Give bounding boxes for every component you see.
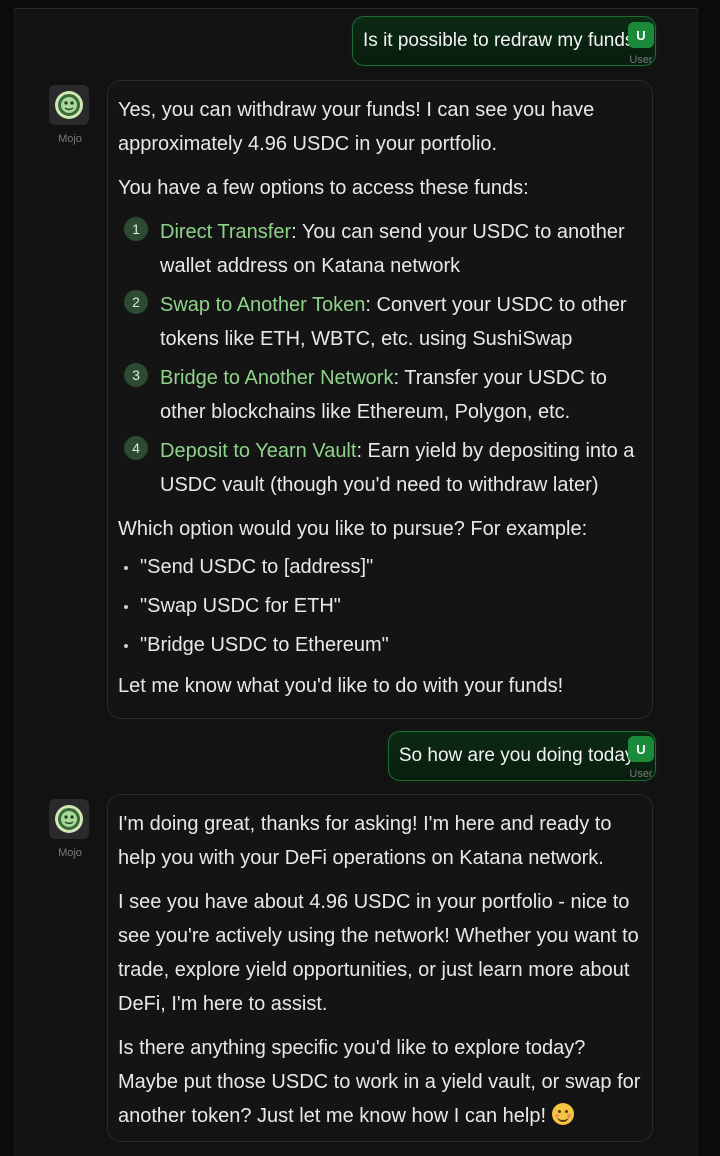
bot-options-lead: You have a few options to access these f…: [118, 177, 529, 199]
user-message-bubble[interactable]: Is it possible to redraw my funds?: [352, 16, 656, 66]
user-message-row: Is it possible to redraw my funds?: [352, 16, 656, 66]
mojo-face-icon: [55, 805, 83, 833]
bot-intro-text: Yes, you can withdraw your funds! I can …: [118, 99, 595, 155]
list-item: 3 Bridge to Another Network: Transfer yo…: [118, 361, 642, 429]
step-number-badge: 3: [124, 363, 148, 387]
list-item: "Swap USDC for ETH": [118, 587, 642, 626]
mojo-face-icon: [55, 91, 83, 119]
user-message-text: Is it possible to redraw my funds?: [363, 30, 645, 51]
bot-message-bubble[interactable]: I'm doing great, thanks for asking! I'm …: [107, 794, 653, 1142]
user-avatar: U: [628, 22, 654, 48]
mojo-avatar: [49, 85, 89, 125]
step-number-badge: 4: [124, 436, 148, 460]
list-item: "Bridge USDC to Ethereum": [118, 626, 642, 665]
options-list: 1 Direct Transfer: You can send your USD…: [118, 215, 642, 502]
bot-avatar-group: Mojo: [49, 85, 91, 145]
examples-list: "Send USDC to [address]" "Swap USDC for …: [118, 548, 642, 665]
user-name-label: User: [629, 768, 653, 780]
bot-avatar-group: Mojo: [49, 799, 91, 859]
bot-reply-paragraph: I'm doing great, thanks for asking! I'm …: [118, 813, 612, 869]
bot-name-label: Mojo: [58, 133, 82, 145]
bot-closing-text: Let me know what you'd like to do with y…: [118, 675, 564, 697]
bot-reply-paragraph: Is there anything specific you'd like to…: [118, 1031, 642, 1133]
list-item: 2 Swap to Another Token: Convert your US…: [118, 288, 642, 356]
list-item: "Send USDC to [address]": [118, 548, 642, 587]
step-title: Swap to Another Token: [160, 294, 366, 316]
mojo-avatar: [49, 799, 89, 839]
bot-question-text: Which option would you like to pursue? F…: [118, 518, 588, 540]
user-message-text: So how are you doing today?: [398, 745, 645, 766]
list-item: 4 Deposit to Yearn Vault: Earn yield by …: [118, 434, 642, 502]
bot-reply-paragraph: I see you have about 4.96 USDC in your p…: [118, 891, 639, 1015]
list-item: 1 Direct Transfer: You can send your USD…: [118, 215, 642, 283]
user-avatar-group: U User: [628, 736, 654, 780]
user-avatar: U: [628, 736, 654, 762]
smiling-face-icon: [551, 1103, 574, 1125]
user-name-label: User: [629, 54, 653, 66]
user-message-bubble[interactable]: So how are you doing today?: [387, 731, 656, 781]
bot-message-bubble[interactable]: Yes, you can withdraw your funds! I can …: [107, 80, 653, 719]
step-title: Direct Transfer: [160, 221, 292, 243]
user-message-row: So how are you doing today?: [387, 731, 656, 781]
step-title: Bridge to Another Network: [160, 367, 394, 389]
user-avatar-group: U User: [628, 22, 654, 66]
step-title: Deposit to Yearn Vault: [160, 440, 357, 462]
step-number-badge: 1: [124, 217, 148, 241]
bot-name-label: Mojo: [58, 847, 82, 859]
top-edge: [0, 0, 720, 8]
step-number-badge: 2: [124, 290, 148, 314]
